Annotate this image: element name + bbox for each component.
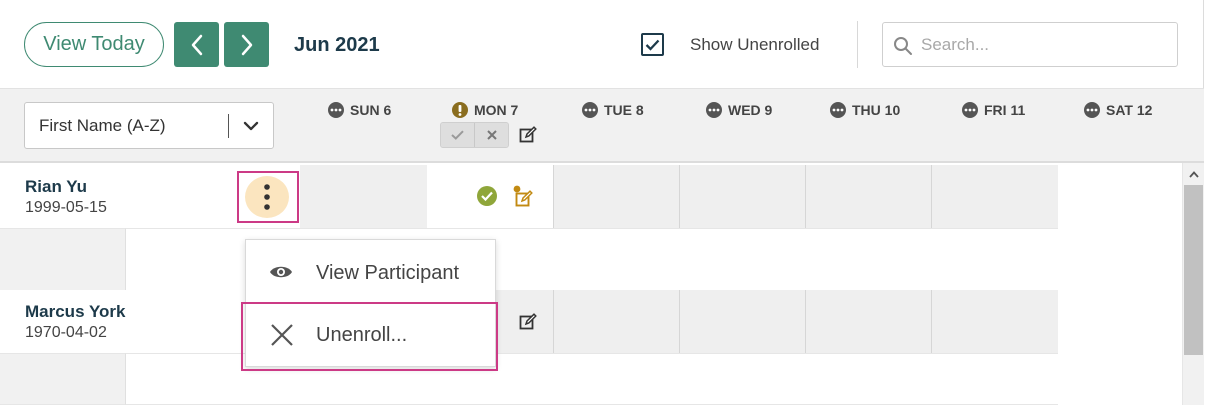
edit-note-icon[interactable]: [519, 126, 537, 144]
attendance-cell-mon[interactable]: [427, 165, 554, 228]
menu-item-label: Unenroll...: [316, 324, 408, 346]
row-divider-left: [0, 353, 126, 405]
participant-name: Marcus York: [25, 302, 126, 321]
attendance-cell-fri[interactable]: [932, 165, 1058, 228]
day-label: SAT 12: [1106, 102, 1153, 118]
day-label: WED 9: [728, 102, 773, 118]
mark-all-present-button[interactable]: [441, 123, 474, 147]
toolbar: View Today Jun 2021 Show Unenrolled: [0, 0, 1204, 88]
bulk-attendance-actions: [440, 122, 509, 148]
sort-select[interactable]: First Name (A-Z): [24, 102, 274, 149]
edit-note-icon[interactable]: [519, 313, 537, 331]
scroll-thumb[interactable]: [1184, 185, 1203, 355]
more-options-icon: [962, 102, 978, 118]
participant-dob: 1999-05-15: [25, 199, 107, 216]
attendance-cell-thu[interactable]: [806, 165, 932, 228]
participant-row: Rian Yu 1999-05-15: [0, 165, 1058, 228]
chevron-right-icon: [241, 34, 252, 55]
participant-row: Marcus York 1970-04-02: [0, 290, 1058, 353]
more-options-icon: [582, 102, 598, 118]
participant-name: Rian Yu: [25, 177, 88, 196]
chevron-left-icon: [191, 34, 202, 55]
attendance-cell-wed[interactable]: [680, 165, 806, 228]
menu-item-label: View Participant: [316, 262, 460, 284]
day-label: FRI 11: [984, 102, 1026, 118]
participant-dob: 1970-04-02: [25, 324, 107, 341]
more-options-icon: [706, 102, 722, 118]
day-header-tue[interactable]: TUE 8: [582, 100, 644, 120]
attendance-cell-thu[interactable]: [806, 290, 932, 353]
participant-context-menu: View Participant Unenroll...: [245, 239, 496, 367]
eye-icon: [270, 266, 292, 278]
previous-week-button[interactable]: [174, 22, 219, 67]
more-options-icon: [830, 102, 846, 118]
day-label: THU 10: [852, 102, 901, 118]
month-label: Jun 2021: [294, 34, 380, 56]
more-options-icon: [1084, 102, 1100, 118]
row-divider-left: [0, 228, 126, 291]
next-week-button[interactable]: [224, 22, 269, 67]
sort-label: First Name (A-Z): [39, 116, 166, 135]
search-box[interactable]: [882, 22, 1178, 67]
close-icon: [486, 130, 497, 140]
attendance-cell-fri[interactable]: [932, 290, 1058, 353]
attendance-cell-wed[interactable]: [680, 290, 806, 353]
menu-item-unenroll[interactable]: Unenroll...: [246, 304, 495, 364]
warning-icon: [452, 102, 468, 118]
close-icon: [271, 324, 293, 346]
page-border: [1203, 0, 1204, 88]
attendance-cell-tue[interactable]: [554, 165, 680, 228]
view-today-button[interactable]: View Today: [24, 22, 164, 67]
show-unenrolled-label: Show Unenrolled: [690, 35, 820, 54]
participant-actions-button[interactable]: [237, 171, 299, 223]
attendance-cell-tue[interactable]: [554, 290, 680, 353]
kebab-menu-icon: [245, 176, 289, 218]
day-header-mon[interactable]: MON 7: [452, 100, 518, 120]
row-divider: [0, 228, 1058, 291]
day-label: TUE 8: [604, 102, 644, 118]
show-unenrolled-checkbox[interactable]: [641, 33, 664, 56]
row-divider: [0, 353, 1058, 405]
day-header-sun[interactable]: SUN 6: [328, 100, 391, 120]
menu-item-view-participant[interactable]: View Participant: [246, 242, 495, 302]
day-header-sat[interactable]: SAT 12: [1084, 100, 1152, 120]
chevron-up-icon: [1188, 170, 1199, 178]
attendance-cell-sun[interactable]: [300, 165, 427, 228]
search-icon: [894, 37, 912, 55]
mark-all-absent-button[interactable]: [474, 123, 508, 147]
schedule-header: First Name (A-Z) SUN 6 MON 7 TUE 8 WED 9…: [0, 88, 1204, 163]
scroll-up-button[interactable]: [1183, 163, 1204, 185]
vertical-scrollbar[interactable]: [1182, 163, 1204, 405]
sort-divider: [228, 114, 229, 138]
day-label: MON 7: [474, 102, 519, 118]
checkmark-icon: [645, 39, 660, 51]
present-check-icon: [477, 186, 497, 206]
day-header-wed[interactable]: WED 9: [706, 100, 772, 120]
toolbar-divider: [857, 21, 858, 68]
note-icon[interactable]: [512, 184, 536, 208]
search-input[interactable]: [921, 23, 1171, 66]
day-header-fri[interactable]: FRI 11: [962, 100, 1025, 120]
check-icon: [451, 130, 464, 140]
day-header-thu[interactable]: THU 10: [830, 100, 900, 120]
day-label: SUN 6: [350, 102, 392, 118]
more-options-icon: [328, 102, 344, 118]
chevron-down-icon: [243, 121, 259, 131]
